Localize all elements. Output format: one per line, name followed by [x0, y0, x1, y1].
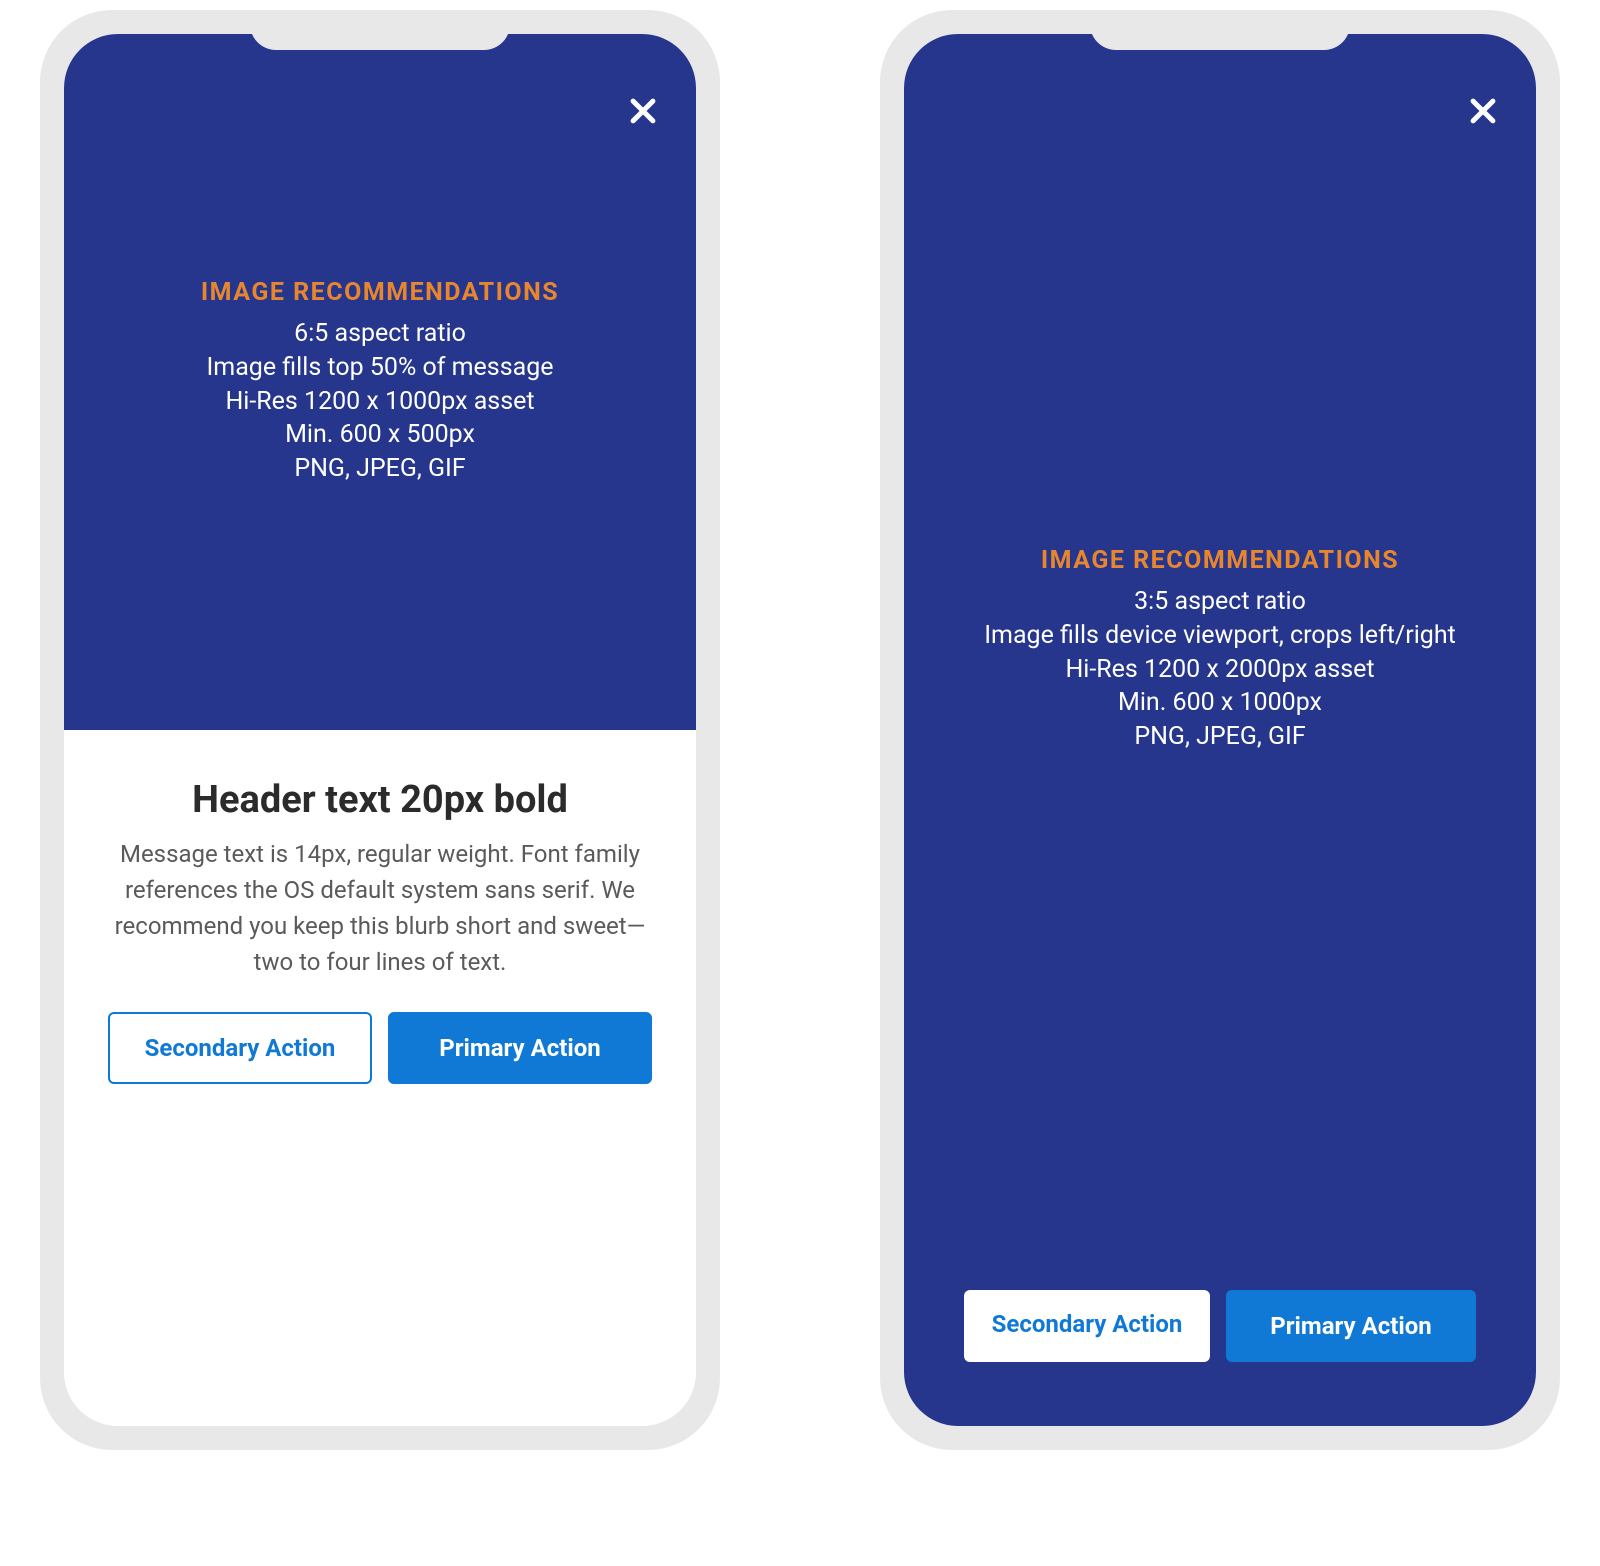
hero-image-area: IMAGE RECOMMENDATIONS 6:5 aspect ratio I…	[64, 34, 696, 730]
recommendation-line: Min. 600 x 500px	[285, 418, 475, 452]
recommendation-line: 3:5 aspect ratio	[984, 585, 1456, 619]
phone-screen: IMAGE RECOMMENDATIONS 3:5 aspect ratio I…	[904, 34, 1536, 1426]
close-icon	[626, 94, 660, 128]
close-icon	[1466, 94, 1500, 128]
primary-action-button[interactable]: Primary Action	[1226, 1290, 1476, 1362]
phone-mockup-half-image: IMAGE RECOMMENDATIONS 6:5 aspect ratio I…	[40, 10, 720, 1450]
phone-screen: IMAGE RECOMMENDATIONS 6:5 aspect ratio I…	[64, 34, 696, 1426]
hero-image-area: IMAGE RECOMMENDATIONS 3:5 aspect ratio I…	[904, 34, 1536, 1426]
recommendation-line: Image fills top 50% of message	[206, 351, 553, 385]
phone-notch	[250, 10, 510, 50]
recommendation-line: 6:5 aspect ratio	[294, 317, 466, 351]
recommendation-line: PNG, JPEG, GIF	[294, 452, 465, 486]
recommendation-line: Min. 600 x 1000px	[984, 686, 1456, 720]
close-button[interactable]	[1466, 94, 1500, 132]
message-body: Message text is 14px, regular weight. Fo…	[108, 836, 652, 980]
recommendations-heading: IMAGE RECOMMENDATIONS	[201, 278, 559, 307]
recommendation-line: Hi-Res 1200 x 2000px asset	[984, 653, 1456, 687]
secondary-action-button[interactable]: Secondary Action	[108, 1012, 372, 1084]
message-header: Header text 20px bold	[108, 778, 652, 822]
recommendation-line: PNG, JPEG, GIF	[984, 720, 1456, 754]
close-button[interactable]	[626, 94, 660, 132]
action-button-row: Secondary Action Primary Action	[108, 1012, 652, 1084]
phone-notch	[1090, 10, 1350, 50]
recommendation-line: Hi-Res 1200 x 1000px asset	[225, 385, 534, 419]
secondary-action-button[interactable]: Secondary Action	[964, 1290, 1210, 1362]
recommendations-heading: IMAGE RECOMMENDATIONS	[984, 546, 1456, 575]
recommendation-line: Image fills device viewport, crops left/…	[984, 619, 1456, 653]
primary-action-button[interactable]: Primary Action	[388, 1012, 652, 1084]
message-content: Header text 20px bold Message text is 14…	[64, 730, 696, 1426]
action-button-row: Secondary Action Primary Action	[904, 1290, 1536, 1362]
phone-mockup-full-image: IMAGE RECOMMENDATIONS 3:5 aspect ratio I…	[880, 10, 1560, 1450]
recommendations-block: IMAGE RECOMMENDATIONS 3:5 aspect ratio I…	[984, 546, 1456, 754]
